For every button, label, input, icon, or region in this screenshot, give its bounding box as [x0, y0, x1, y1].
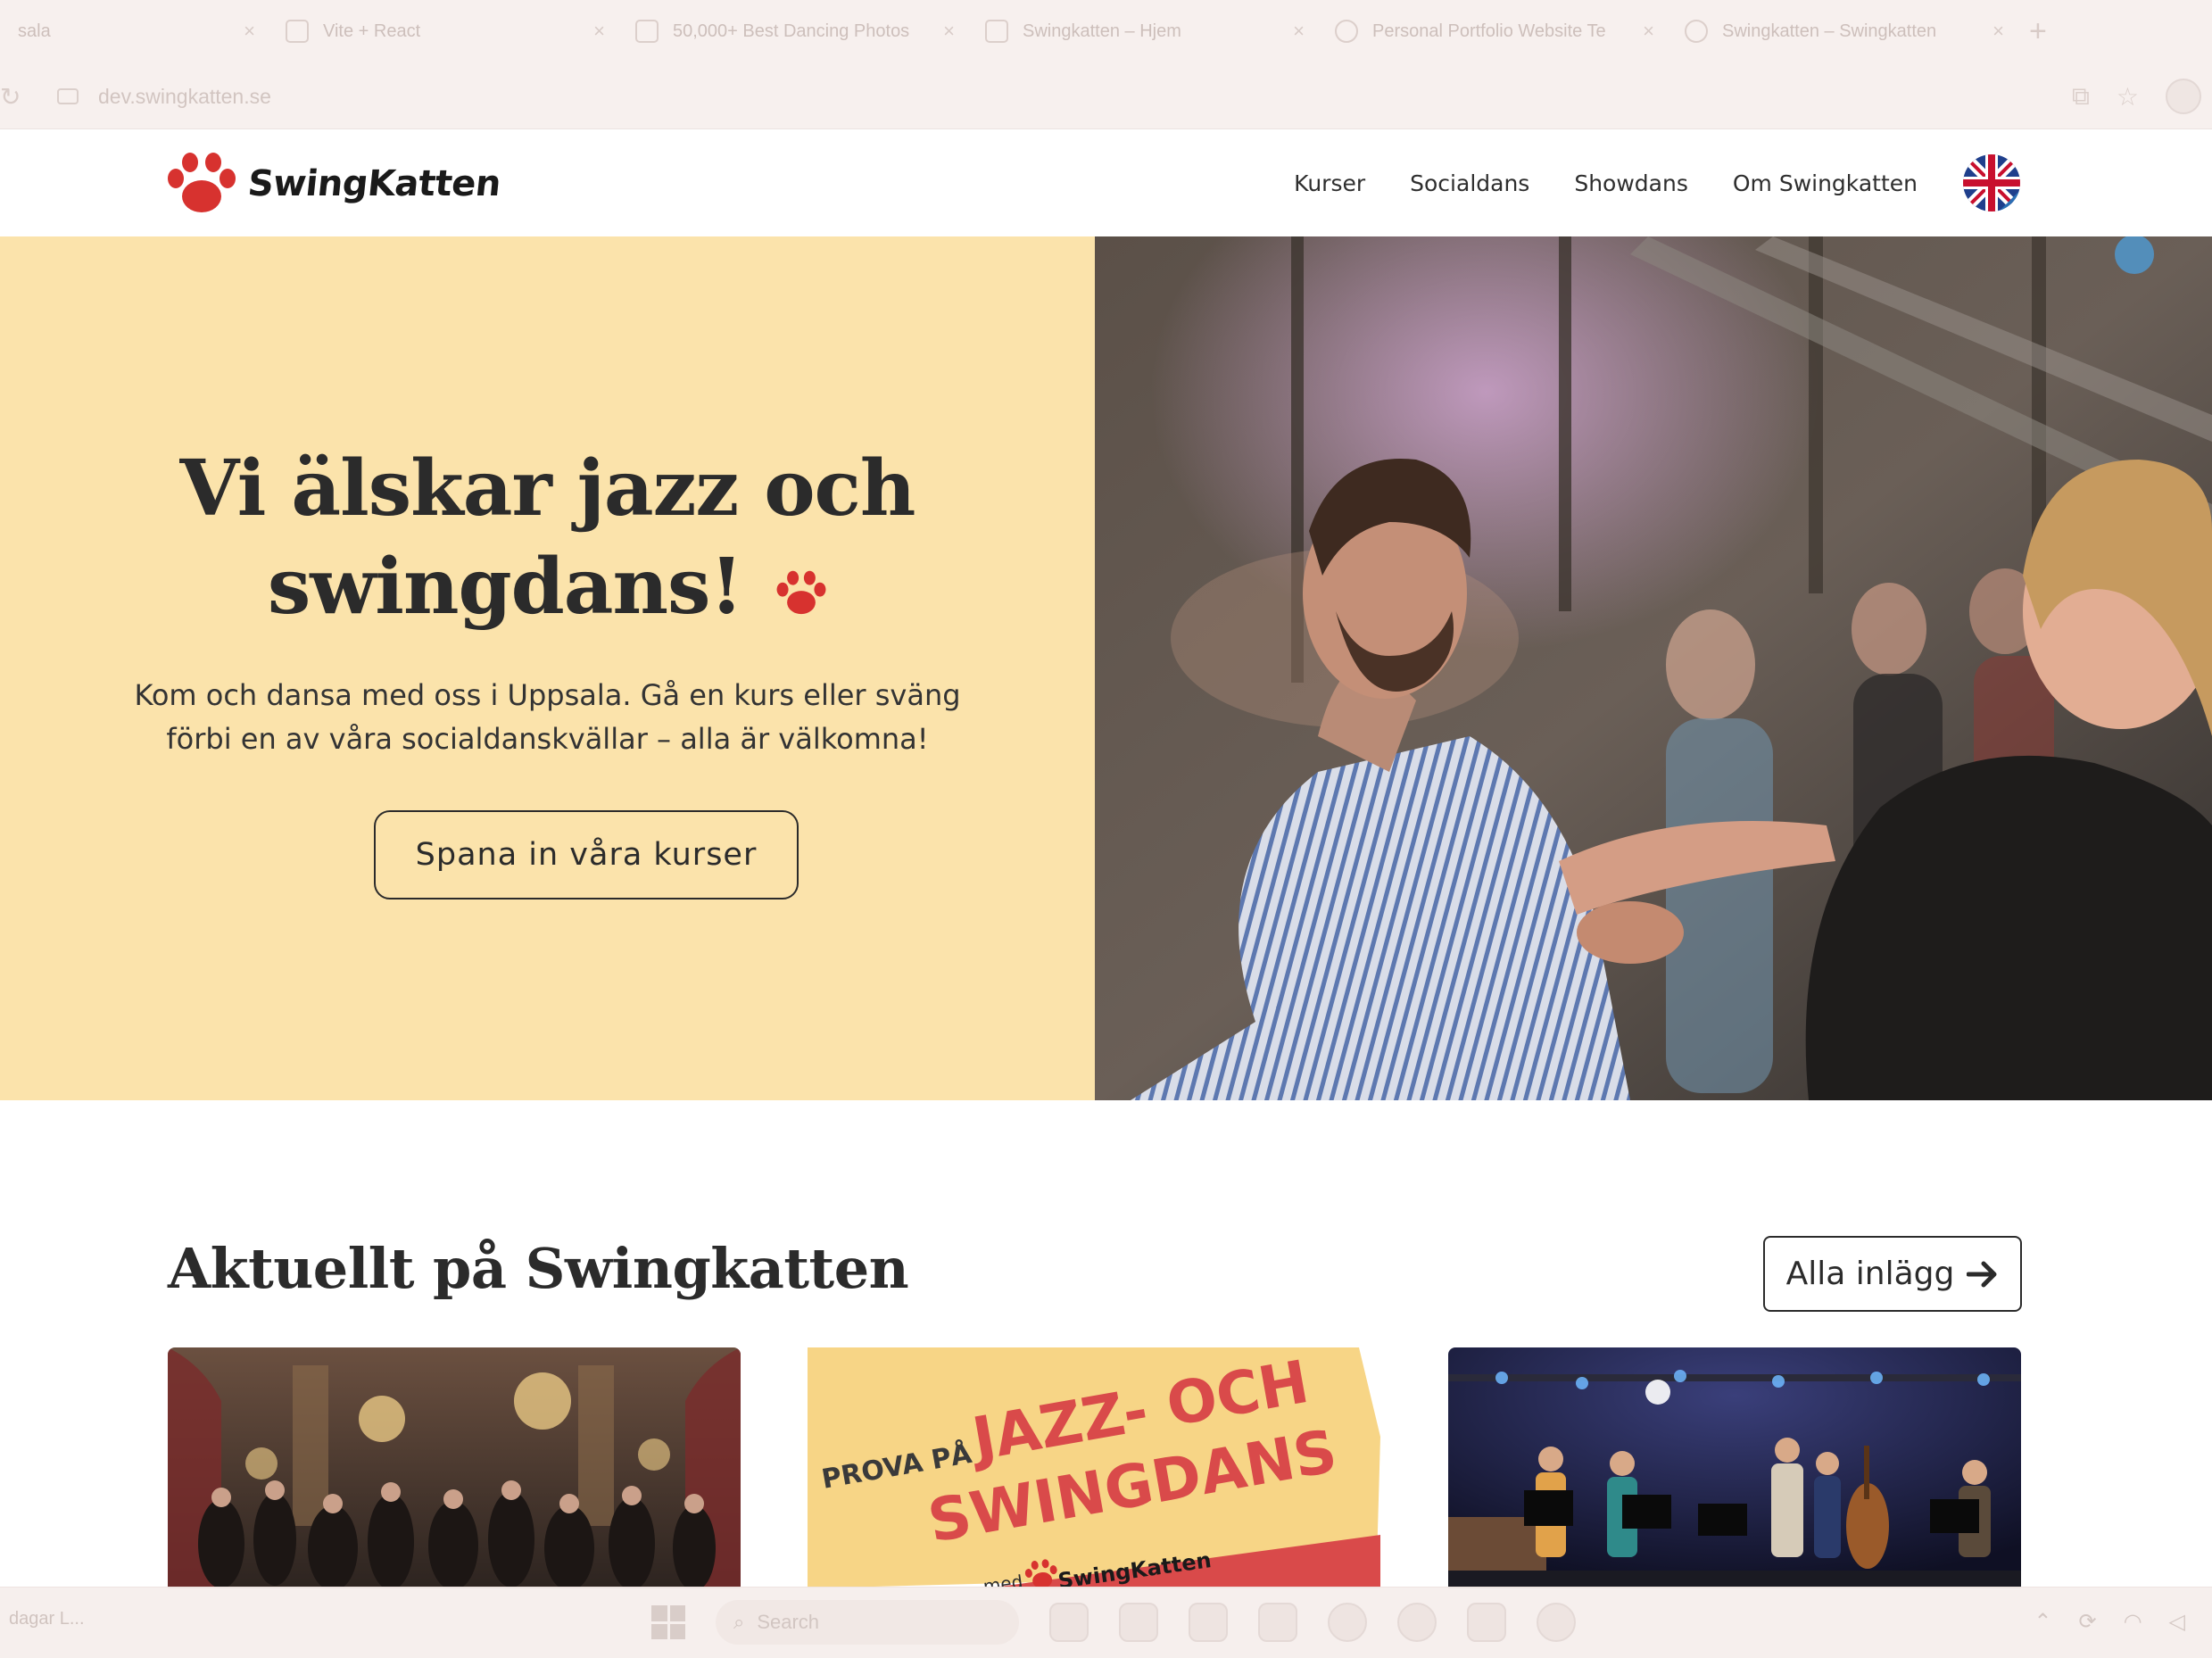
search-icon: ⌕ — [733, 1611, 745, 1633]
site-header: SwingKatten Kurser Socialdans Showdans O… — [0, 129, 2212, 236]
browser-tab[interactable]: Vite + React × — [268, 0, 617, 62]
chrome-icon[interactable] — [1397, 1603, 1437, 1642]
browser-tab[interactable]: sala × — [0, 0, 268, 62]
tab-label: Vite + React — [323, 21, 421, 41]
tab-label: sala — [18, 21, 51, 41]
browser-icon[interactable] — [1119, 1603, 1158, 1642]
nav-item-kurser[interactable]: Kurser — [1294, 170, 1365, 196]
hero-title: Vi älskar jazz och swingdans! — [0, 440, 1095, 636]
nav-item-showdans[interactable]: Showdans — [1574, 170, 1688, 196]
language-flag-icon[interactable] — [1961, 153, 2022, 213]
paw-icon — [1685, 20, 1708, 43]
paw-logo-icon — [168, 153, 236, 212]
site-info-icon[interactable] — [57, 88, 79, 104]
courses-cta-button[interactable]: Spana in våra kurser — [374, 810, 799, 899]
url-text: dev.swingkatten.se — [98, 84, 271, 108]
nav-item-om-swingkatten[interactable]: Om Swingkatten — [1733, 170, 1918, 196]
profile-avatar[interactable] — [2166, 79, 2201, 114]
edge-icon[interactable] — [1328, 1603, 1367, 1642]
page-icon — [985, 20, 1008, 43]
dancers-image — [1095, 236, 2212, 1100]
system-tray: ⌃ ⟳ ◠ ◁ — [2034, 1609, 2185, 1635]
reload-icon[interactable]: ↻ — [0, 82, 21, 112]
news-card[interactable]: PROVA PÅ JAZZ- OCH SWINGDANS med SwingKa… — [808, 1347, 1380, 1588]
news-section-title: Aktuellt på Swingkatten — [168, 1236, 909, 1301]
jazz-band-photo — [1448, 1347, 2021, 1588]
folder-icon[interactable] — [1189, 1603, 1228, 1642]
close-icon[interactable]: × — [244, 20, 255, 43]
bookmark-star-icon[interactable]: ☆ — [2117, 82, 2139, 112]
browser-tab-bar: sala × Vite + React × 50,000+ Best Danci… — [0, 0, 2212, 62]
hero-subtitle: Kom och dansa med oss i Uppsala. Gå en k… — [134, 674, 961, 761]
close-icon[interactable]: × — [943, 20, 955, 43]
hero-section: Vi älskar jazz och swingdans! Kom och da… — [0, 236, 1095, 1100]
browser-tab-active[interactable]: Swingkatten – Swingkatten × — [1667, 0, 2017, 62]
app-icon[interactable] — [1258, 1603, 1297, 1642]
vite-icon — [286, 20, 309, 43]
paw-icon — [776, 570, 826, 615]
browser-tab[interactable]: Swingkatten – Hjem × — [967, 0, 1317, 62]
globe-icon — [1335, 20, 1358, 43]
address-bar: ↻ dev.swingkatten.se ⧉ ☆ — [0, 62, 2212, 129]
url-field[interactable]: dev.swingkatten.se — [57, 80, 271, 112]
hero-subtitle-line1: Kom och dansa med oss i Uppsala. Gå en k… — [134, 678, 961, 712]
chrome-profile-icon[interactable] — [1537, 1603, 1576, 1642]
prova-pa-poster: PROVA PÅ JAZZ- OCH SWINGDANS med SwingKa… — [808, 1347, 1380, 1588]
all-posts-label: Alla inlägg — [1785, 1256, 1955, 1292]
hero-title-line1: Vi älskar jazz och — [179, 444, 916, 534]
translate-icon[interactable]: ⧉ — [2072, 82, 2090, 112]
sync-icon[interactable]: ⟳ — [2078, 1609, 2096, 1635]
close-icon[interactable]: × — [1293, 20, 1305, 43]
ballroom-photo — [168, 1347, 741, 1588]
weather-widget[interactable]: dagar L... — [9, 1609, 85, 1629]
hero-title-line2: swingdans! — [267, 542, 743, 632]
search-placeholder: Search — [757, 1611, 820, 1633]
logo-text: SwingKatten — [245, 163, 503, 204]
tab-label: Swingkatten – Hjem — [1023, 21, 1181, 41]
main-nav: Kurser Socialdans Showdans Om Swingkatte… — [1294, 129, 1918, 236]
tab-label: Swingkatten – Swingkatten — [1722, 21, 1937, 41]
browser-tab[interactable]: Personal Portfolio Website Te × — [1317, 0, 1667, 62]
site-logo[interactable]: SwingKatten — [166, 152, 503, 216]
nav-item-socialdans[interactable]: Socialdans — [1410, 170, 1529, 196]
news-card[interactable] — [168, 1347, 741, 1588]
store-icon[interactable] — [1467, 1603, 1506, 1642]
close-icon[interactable]: × — [1643, 20, 1654, 43]
new-tab-button[interactable]: + — [2029, 14, 2047, 49]
chevron-up-icon[interactable]: ⌃ — [2034, 1609, 2051, 1635]
file-explorer-icon[interactable] — [1049, 1603, 1089, 1642]
all-posts-button[interactable]: Alla inlägg — [1763, 1236, 2022, 1312]
taskbar-apps: ⌕ Search — [651, 1600, 1576, 1645]
pexels-icon — [635, 20, 659, 43]
tab-label: Personal Portfolio Website Te — [1372, 21, 1606, 41]
news-card[interactable] — [1448, 1347, 2021, 1588]
tab-label: 50,000+ Best Dancing Photos — [673, 21, 910, 41]
os-taskbar: dagar L... ⌕ Search ⌃ ⟳ ◠ ◁ — [0, 1587, 2212, 1658]
address-bar-actions: ⧉ ☆ — [2072, 79, 2212, 114]
hero-dancers-photo — [1095, 236, 2212, 1100]
close-icon[interactable]: × — [1992, 20, 2004, 43]
windows-start-icon[interactable] — [651, 1605, 685, 1639]
arrow-right-icon — [1967, 1261, 1997, 1287]
hero-subtitle-line2: förbi en av våra socialdanskvällar – all… — [166, 722, 929, 756]
wifi-icon[interactable]: ◠ — [2124, 1609, 2142, 1635]
taskbar-search[interactable]: ⌕ Search — [716, 1600, 1019, 1645]
browser-tab[interactable]: 50,000+ Best Dancing Photos × — [617, 0, 967, 62]
volume-icon[interactable]: ◁ — [2169, 1609, 2185, 1635]
close-icon[interactable]: × — [593, 20, 605, 43]
